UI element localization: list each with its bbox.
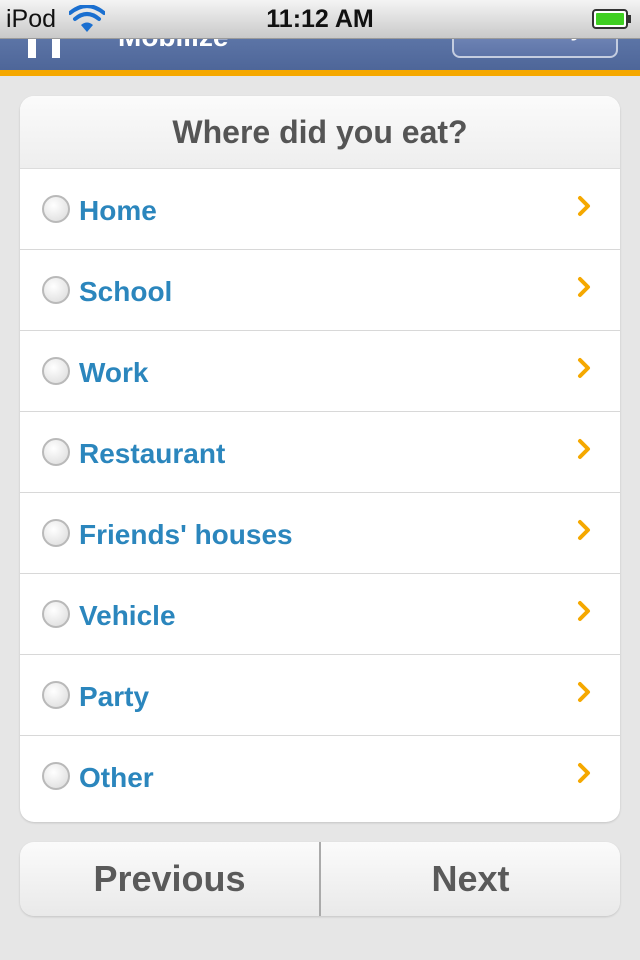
option-label: Friends' houses	[79, 519, 293, 550]
radio-button[interactable]	[42, 762, 70, 790]
option-label: School	[79, 276, 173, 307]
radio-button[interactable]	[42, 276, 70, 304]
option-other[interactable]: Other	[20, 736, 620, 817]
previous-button[interactable]: Previous	[20, 842, 321, 916]
question-card: Where did you eat? Home School Work Rest…	[20, 96, 620, 822]
radio-button[interactable]	[42, 438, 70, 466]
status-time: 11:12 AM	[266, 5, 374, 33]
option-party[interactable]: Party	[20, 655, 620, 736]
chevron-right-icon	[578, 277, 590, 297]
radio-button[interactable]	[42, 357, 70, 385]
next-button[interactable]: Next	[321, 842, 620, 916]
chevron-right-icon	[578, 439, 590, 459]
option-label: Home	[79, 195, 157, 226]
option-label: Restaurant	[79, 438, 226, 469]
chevron-right-icon	[578, 763, 590, 783]
option-vehicle[interactable]: Vehicle	[20, 574, 620, 655]
radio-button[interactable]	[42, 519, 70, 547]
option-label: Other	[79, 762, 154, 793]
option-friends-houses[interactable]: Friends' houses	[20, 493, 620, 574]
chevron-right-icon	[578, 520, 590, 540]
survey-navigation: Previous Next	[20, 842, 620, 916]
chevron-right-icon	[578, 358, 590, 378]
option-home[interactable]: Home	[20, 169, 620, 250]
option-restaurant[interactable]: Restaurant	[20, 412, 620, 493]
chevron-right-icon	[578, 601, 590, 621]
status-bar: iPod 11:12 AM	[0, 0, 640, 39]
option-work[interactable]: Work	[20, 331, 620, 412]
option-label: Vehicle	[79, 600, 176, 631]
option-label: Party	[79, 681, 150, 712]
battery-icon	[592, 9, 631, 29]
radio-button[interactable]	[42, 600, 70, 628]
chevron-right-icon	[578, 196, 590, 216]
option-school[interactable]: School	[20, 250, 620, 331]
chevron-right-icon	[578, 682, 590, 702]
option-label: Work	[79, 357, 149, 388]
question-title: Where did you eat?	[20, 96, 620, 169]
radio-button[interactable]	[42, 681, 70, 709]
radio-button[interactable]	[42, 195, 70, 223]
